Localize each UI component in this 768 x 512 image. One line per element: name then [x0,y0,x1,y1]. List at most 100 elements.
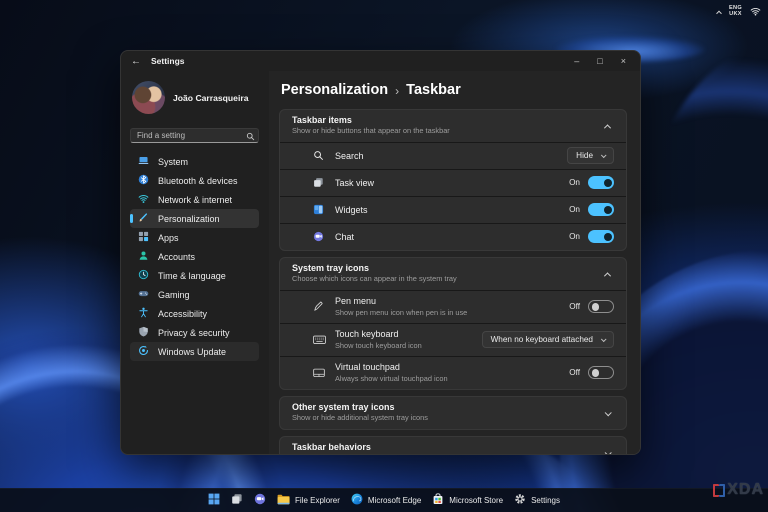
chevron-down-icon [600,336,607,342]
taskbar-app-label: File Explorer [295,496,340,505]
row-description: Show pen menu icon when pen is in use [335,307,468,317]
store-icon [432,492,444,510]
sidebar-item-personalization[interactable]: Personalization [130,209,259,228]
card-subtitle: Show or hide buttons that appear on the … [292,126,450,136]
sidebar-item-label: Bluetooth & devices [158,175,238,186]
sidebar-nav: System Bluetooth & devices Network & int… [130,152,259,361]
sidebar-item-label: Personalization [158,213,220,224]
toggle-state-label: On [569,232,580,242]
touchpad-icon [313,368,325,378]
wifi-icon [138,193,149,206]
sidebar-item-network[interactable]: Network & internet [130,190,259,209]
system-tray-header[interactable]: System tray icons Choose which icons can… [280,258,626,290]
sidebar-item-apps[interactable]: Apps [130,228,259,247]
toggle-state-label: Off [569,302,580,312]
pen-icon [313,301,324,312]
sidebar-item-privacy[interactable]: Privacy & security [130,323,259,342]
sidebar-item-gaming[interactable]: Gaming [130,285,259,304]
taskbar-chat-button[interactable] [254,492,266,510]
sidebar-item-windows-update[interactable]: Windows Update [130,342,259,361]
start-button[interactable] [208,492,220,510]
xda-bracket-right-icon [719,483,726,497]
card-subtitle: Show or hide additional system tray icon… [292,413,428,422]
sidebar-item-system[interactable]: System [130,152,259,171]
sidebar-item-time-language[interactable]: Time & language [130,266,259,285]
chevron-up-icon[interactable] [603,124,612,132]
pen-menu-row: Pen menu Show pen menu icon when pen is … [280,289,626,323]
row-label: Touch keyboard [335,329,399,340]
close-button[interactable]: × [621,56,626,66]
sidebar-item-accessibility[interactable]: Accessibility [130,304,259,323]
settings-window: ← Settings – □ × João Carrasqueira Find … [120,50,641,455]
row-label: Chat [335,231,355,242]
accessibility-icon [138,307,149,320]
sidebar-item-label: Windows Update [158,346,227,357]
virtual-touchpad-toggle[interactable] [588,366,614,380]
bluetooth-icon [138,174,149,187]
search-icon [246,128,255,146]
windows-start-icon [208,492,220,510]
sidebar-item-label: Privacy & security [158,327,230,338]
avatar [132,81,165,114]
sidebar-item-label: Accounts [158,251,196,262]
gamepad-icon [138,288,149,301]
card-subtitle: Choose which icons can appear in the sys… [292,274,457,284]
toggle-state-label: Off [569,368,580,378]
sidebar-item-bluetooth[interactable]: Bluetooth & devices [130,171,259,190]
chat-icon [313,231,324,242]
taskbar-behaviors-card: Taskbar behaviors Taskbar alignment, bad… [279,435,627,454]
sidebar-item-label: Apps [158,232,179,243]
breadcrumb-parent[interactable]: Personalization [281,82,388,98]
breadcrumb: Personalization › Taskbar [281,82,627,98]
personalization-icon [138,212,149,225]
xda-watermark: XDA [713,481,764,499]
sidebar-item-label: Gaming [158,289,190,300]
widgets-toggle[interactable] [588,203,614,217]
taskbar-app-label: Microsoft Edge [367,496,422,505]
other-tray-header[interactable]: Other system tray icons Show or hide add… [280,397,626,429]
taskbar-store-button[interactable]: Microsoft Store [432,492,503,510]
widgets-icon [313,204,324,215]
update-icon [138,345,149,358]
search-row: Search Hide [280,141,626,169]
row-description: Always show virtual touchpad icon [335,373,448,383]
shield-icon [138,326,149,339]
taskbar-edge-button[interactable]: Microsoft Edge [351,492,421,510]
breadcrumb-separator-icon: › [395,83,400,98]
chat-toggle[interactable] [588,230,614,244]
chevron-up-icon[interactable] [603,272,612,280]
chat-row: Chat On [280,222,626,250]
language-indicator[interactable]: ENG UKX [729,6,742,17]
touch-keyboard-dropdown[interactable]: When no keyboard attached [481,331,614,349]
minimize-button[interactable]: – [574,56,579,66]
tray-overflow-chevron-icon[interactable] [716,10,722,17]
chevron-down-icon [600,152,607,158]
taskbar-settings-button[interactable]: Settings [514,492,560,510]
search-input[interactable] [130,128,259,143]
gear-icon [514,492,526,510]
edge-icon [351,492,363,510]
sidebar-item-accounts[interactable]: Accounts [130,247,259,266]
network-icon[interactable] [750,3,761,21]
page-title: Taskbar [406,82,461,98]
taskbar-behaviors-header[interactable]: Taskbar behaviors Taskbar alignment, bad… [280,437,626,454]
taskbar-file-explorer-button[interactable]: File Explorer [277,492,340,510]
sidebar-item-label: Network & internet [158,194,233,205]
back-button[interactable]: ← [131,56,141,67]
task-view-icon [231,492,243,510]
search-icon [313,150,324,161]
system-icon [138,155,149,168]
chevron-down-icon[interactable] [604,449,612,454]
user-profile[interactable]: João Carrasqueira [132,81,259,114]
user-name: João Carrasqueira [173,92,249,103]
taskbar-task-view-button[interactable] [231,492,243,510]
search-dropdown[interactable]: Hide [567,147,614,165]
file-explorer-icon [277,492,290,510]
taskbar-app-label: Settings [531,496,560,505]
taskbar-items-header[interactable]: Taskbar items Show or hide buttons that … [280,110,626,142]
chevron-down-icon[interactable] [604,409,612,417]
maximize-button[interactable]: □ [597,56,602,66]
task-view-toggle[interactable] [588,176,614,190]
pen-menu-toggle[interactable] [588,300,614,314]
dropdown-value: Hide [576,151,593,161]
